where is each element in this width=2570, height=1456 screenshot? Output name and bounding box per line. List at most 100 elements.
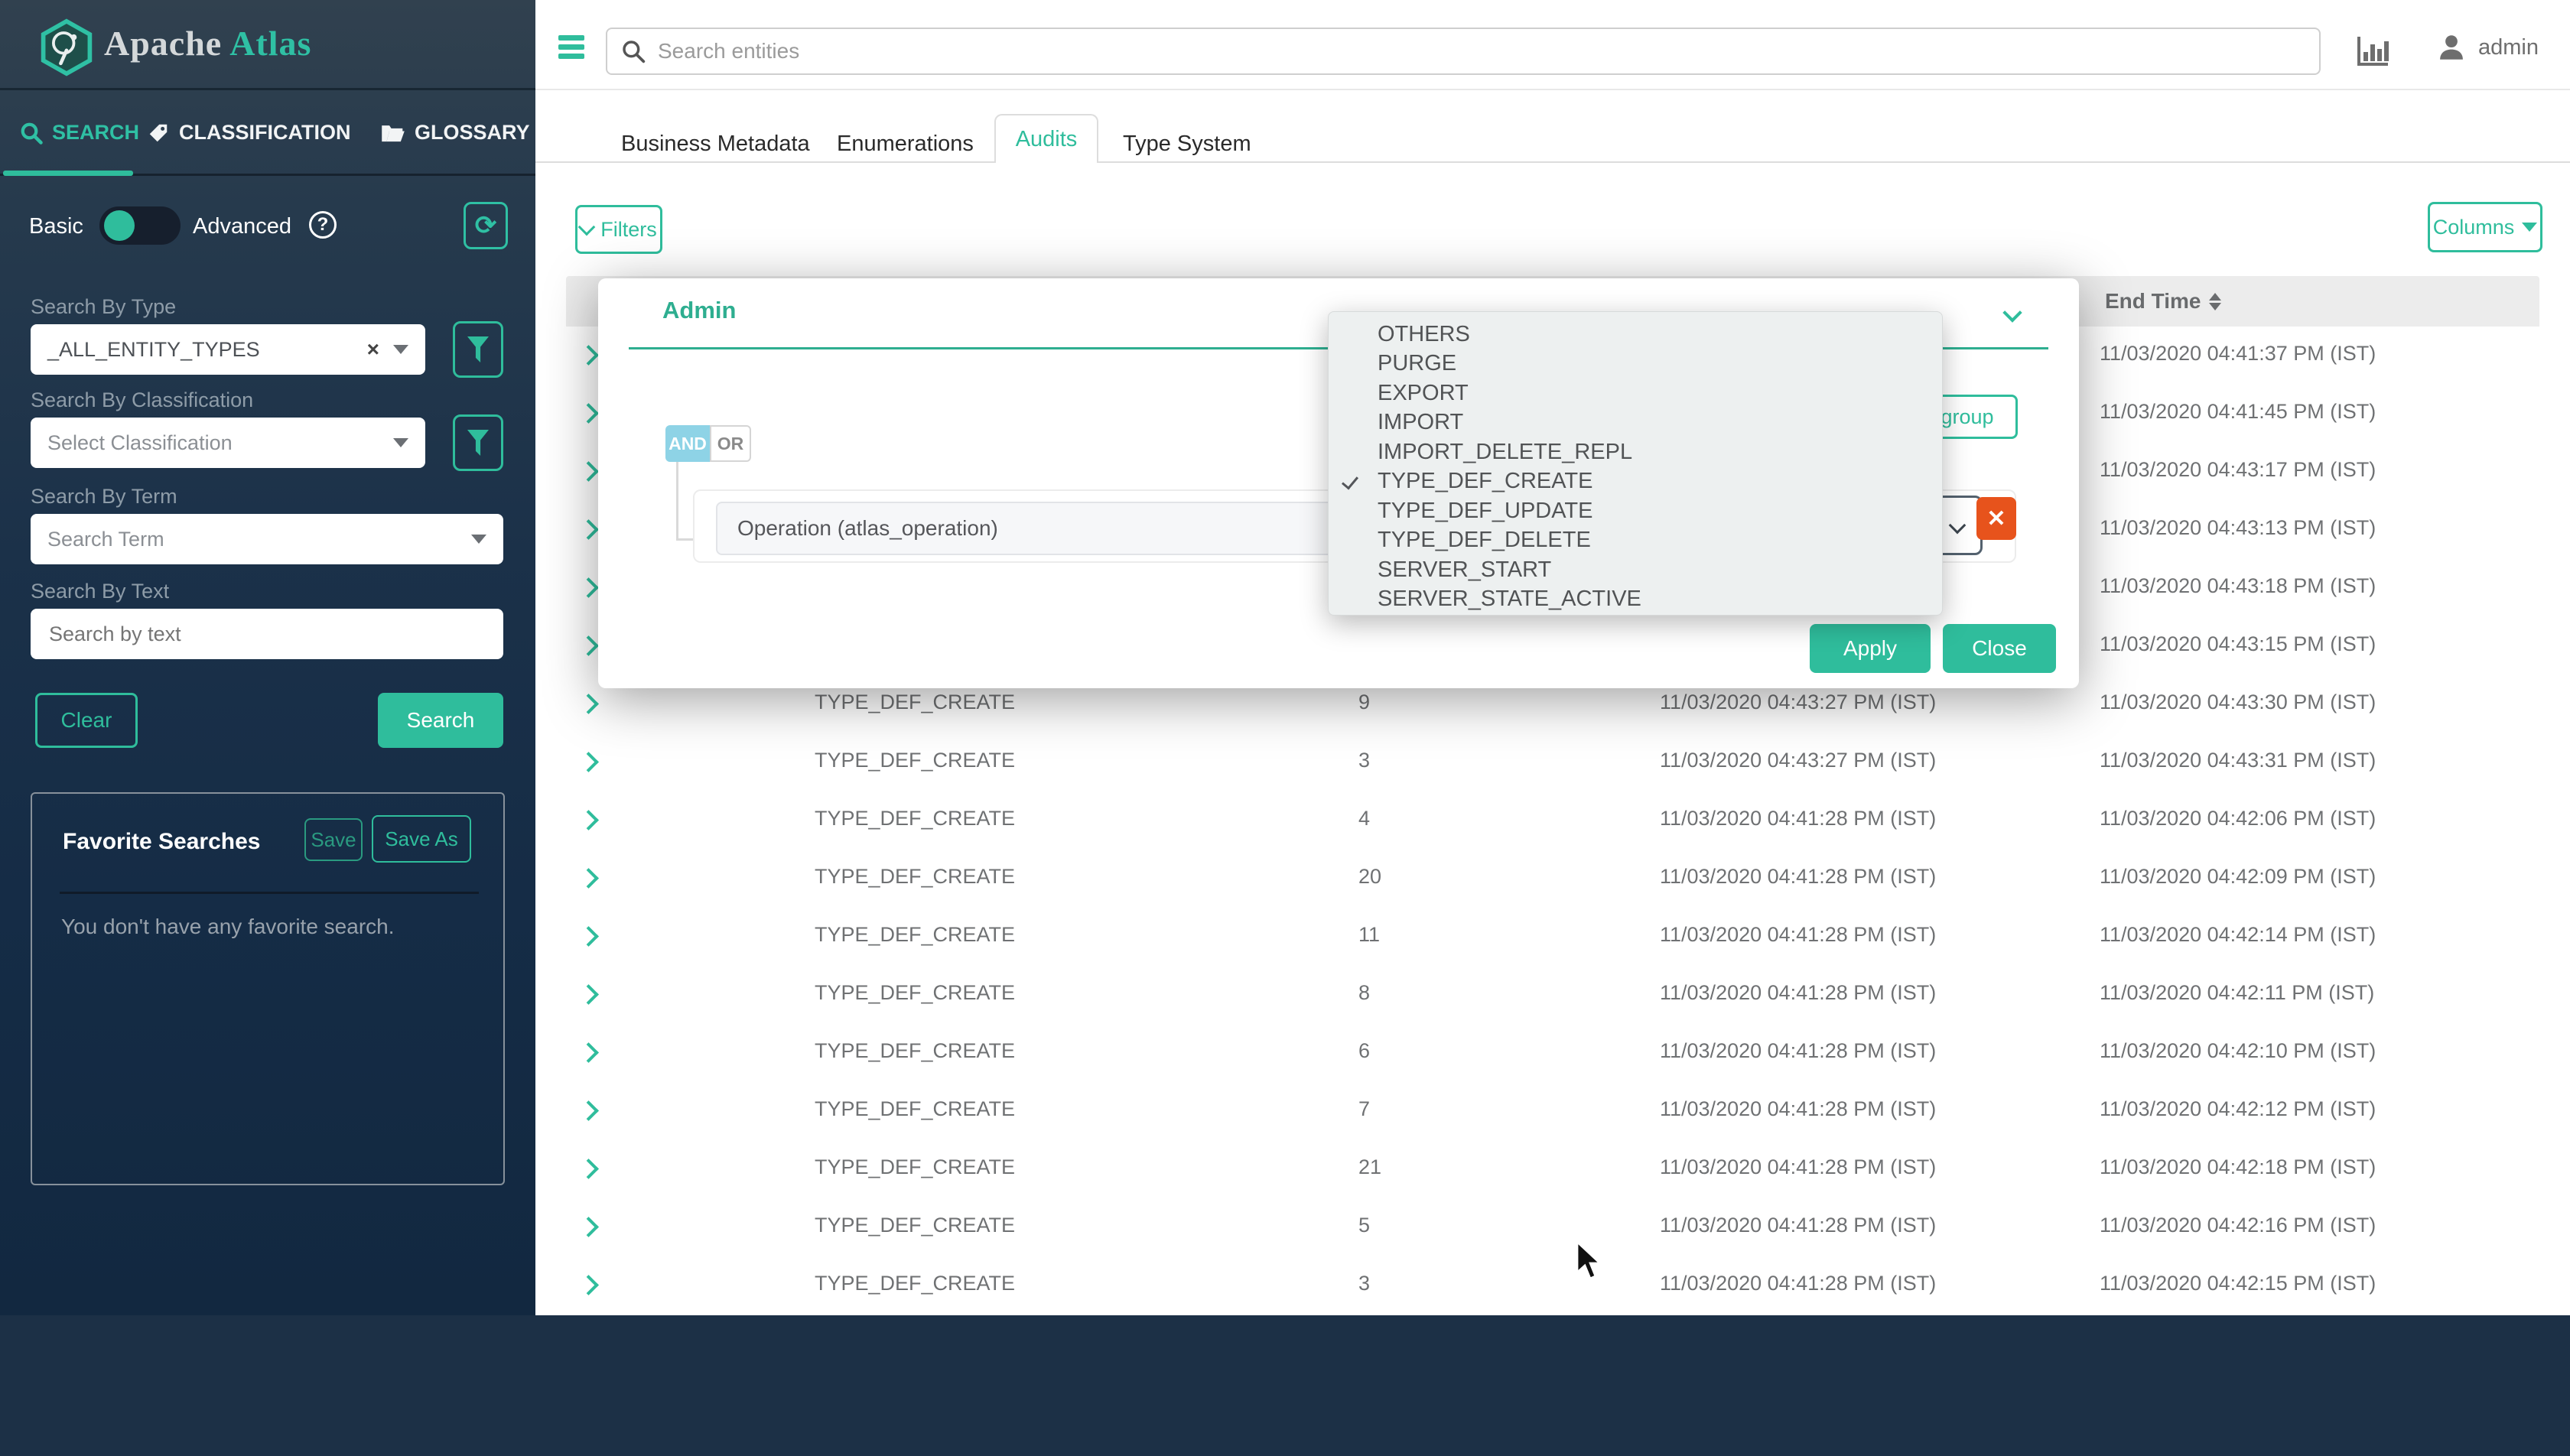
dropdown-option[interactable]: IMPORT <box>1329 408 1942 438</box>
table-row[interactable]: TYPE_DEF_CREATE 11 11/03/2020 04:41:28 PM … <box>566 908 2539 970</box>
table-row[interactable]: TYPE_DEF_CREATE 8 11/03/2020 04:41:28 PM (… <box>566 966 2539 1029</box>
columns-button[interactable]: Columns <box>2428 202 2542 252</box>
expand-row-icon[interactable] <box>578 1100 599 1121</box>
table-row[interactable]: TYPE_DEF_CREATE 3 11/03/2020 04:43:27 PM (… <box>566 733 2539 796</box>
operation-cell: TYPE_DEF_CREATE <box>815 1097 1016 1120</box>
sidebar-tab-classification[interactable]: CLASSIFICATION <box>147 121 351 145</box>
user-menu[interactable]: admin <box>2435 31 2539 64</box>
type-attribute-filter-button[interactable] <box>453 321 503 378</box>
option-label: EXPORT <box>1378 380 1469 405</box>
logic-and-button[interactable]: AND <box>665 425 710 462</box>
search-by-classification-select[interactable]: Select Classification <box>31 418 425 468</box>
brand-title[interactable]: Apache Atlas <box>104 23 311 63</box>
statistics-icon[interactable] <box>2354 32 2391 69</box>
expand-row-icon[interactable] <box>578 810 599 830</box>
remove-filter-button[interactable]: ✕ <box>1976 497 2016 540</box>
tab-business-metadata[interactable]: Business Metadata <box>621 132 810 157</box>
start-time-cell: 11/03/2020 04:41:28 PM (IST) <box>1660 865 1937 888</box>
columns-button-label: Columns <box>2432 215 2515 239</box>
sidebar-tab-glossary-label: GLOSSARY <box>415 121 530 144</box>
expand-row-icon[interactable] <box>578 984 599 1005</box>
table-row[interactable]: TYPE_DEF_CREATE 4 11/03/2020 04:41:28 PM (… <box>566 791 2539 854</box>
expand-row-icon[interactable] <box>578 1042 599 1063</box>
expand-row-icon[interactable] <box>578 926 599 947</box>
table-row[interactable]: TYPE_DEF_CREATE 3 11/03/2020 04:41:28 PM (… <box>566 1256 2539 1320</box>
dropdown-option[interactable]: SERVER_STATE_ACTIVE <box>1329 585 1942 615</box>
clear-type-icon[interactable]: × <box>367 337 379 362</box>
sidebar-tab-glossary[interactable]: GLOSSARY <box>381 121 530 145</box>
expand-row-icon[interactable] <box>578 1159 599 1179</box>
atlas-logo-icon[interactable] <box>40 18 93 76</box>
expand-row-icon[interactable] <box>578 403 599 424</box>
username-label: admin <box>2478 34 2539 60</box>
expand-row-icon[interactable] <box>578 461 599 482</box>
dropdown-option[interactable]: IMPORT_DELETE_REPL <box>1329 437 1942 467</box>
search-icon <box>21 122 43 145</box>
expand-row-icon[interactable] <box>578 694 599 714</box>
dropdown-option-selected[interactable]: TYPE_DEF_CREATE <box>1329 467 1942 497</box>
operation-cell: TYPE_DEF_CREATE <box>815 807 1016 830</box>
dropdown-option[interactable]: PURGE <box>1329 349 1942 379</box>
logic-or-button[interactable]: OR <box>710 425 751 462</box>
expand-row-icon[interactable] <box>578 345 599 366</box>
option-label: IMPORT <box>1378 410 1464 435</box>
count-cell: 4 <box>1358 807 1371 830</box>
mouse-cursor <box>1576 1240 1603 1280</box>
tab-enumerations[interactable]: Enumerations <box>837 132 974 157</box>
expand-row-icon[interactable] <box>578 635 599 656</box>
apply-button[interactable]: Apply <box>1810 624 1931 673</box>
collapse-chevron-icon[interactable] <box>2002 303 2022 323</box>
table-row[interactable]: TYPE_DEF_CREATE 6 11/03/2020 04:41:28 PM (… <box>566 1024 2539 1087</box>
start-time-cell: 11/03/2020 04:41:28 PM (IST) <box>1660 1272 1937 1295</box>
entity-search-input[interactable] <box>656 38 2305 64</box>
count-cell: 8 <box>1358 981 1371 1004</box>
table-row[interactable]: TYPE_DEF_CREATE 5 11/03/2020 04:41:28 PM (… <box>566 1198 2539 1261</box>
dropdown-option[interactable]: TYPE_DEF_DELETE <box>1329 526 1942 556</box>
sidebar-tab-search-label: SEARCH <box>52 121 140 144</box>
clear-button[interactable]: Clear <box>35 693 138 748</box>
expand-row-icon[interactable] <box>578 519 599 540</box>
tab-audits[interactable]: Audits <box>994 114 1098 163</box>
dropdown-option[interactable]: SERVER_START <box>1329 555 1942 585</box>
help-icon[interactable]: ? <box>309 211 337 239</box>
end-time-cell: 11/03/2020 04:42:18 PM (IST) <box>2100 1155 2376 1178</box>
end-time-cell: 11/03/2020 04:43:30 PM (IST) <box>2100 691 2376 713</box>
count-cell: 6 <box>1358 1039 1371 1062</box>
search-by-type-select[interactable]: _ALL_ENTITY_TYPES × <box>31 324 425 375</box>
entity-search-box <box>606 28 2321 75</box>
table-row[interactable]: TYPE_DEF_CREATE 21 11/03/2020 04:41:28 PM … <box>566 1140 2539 1203</box>
expand-row-icon[interactable] <box>578 1217 599 1237</box>
search-button[interactable]: Search <box>378 693 503 748</box>
end-time-cell: 11/03/2020 04:43:17 PM (IST) <box>2100 458 2376 481</box>
sidebar-tab-search[interactable]: SEARCH <box>20 121 139 145</box>
close-button[interactable]: Close <box>1943 624 2056 673</box>
rule-connector-line <box>676 462 678 540</box>
filters-button[interactable]: Filters <box>575 205 662 254</box>
filters-button-label: Filters <box>600 217 657 241</box>
dropdown-option[interactable]: EXPORT <box>1329 379 1942 408</box>
expand-row-icon[interactable] <box>578 752 599 772</box>
operation-cell: TYPE_DEF_CREATE <box>815 1155 1016 1178</box>
hamburger-menu-icon[interactable] <box>558 35 584 59</box>
refresh-button[interactable]: ⟳ <box>464 202 508 249</box>
dropdown-option[interactable]: TYPE_DEF_UPDATE <box>1329 496 1942 526</box>
save-as-button[interactable]: Save As <box>372 815 471 863</box>
end-time-header-label: End Time <box>2105 289 2201 313</box>
table-row[interactable]: TYPE_DEF_CREATE 20 11/03/2020 04:41:28 PM … <box>566 850 2539 912</box>
expand-row-icon[interactable] <box>578 1275 599 1295</box>
save-button[interactable]: Save <box>304 818 363 861</box>
expand-row-icon[interactable] <box>578 577 599 598</box>
dropdown-option[interactable]: OTHERS <box>1329 320 1942 349</box>
table-row[interactable]: TYPE_DEF_CREATE 7 11/03/2020 04:41:28 PM (… <box>566 1082 2539 1145</box>
expand-row-icon[interactable] <box>578 868 599 889</box>
toggle-knob[interactable] <box>104 210 135 241</box>
tab-type-system[interactable]: Type System <box>1123 132 1251 157</box>
option-label: SERVER_START <box>1378 557 1552 582</box>
option-label: TYPE_DEF_DELETE <box>1378 528 1591 553</box>
search-by-term-select[interactable]: Search Term <box>31 514 503 564</box>
search-by-text-input[interactable] <box>47 621 486 647</box>
end-time-cell: 11/03/2020 04:42:10 PM (IST) <box>2100 1039 2376 1062</box>
end-time-sort-header[interactable]: End Time <box>2105 276 2221 327</box>
brand-apache: Apache <box>104 24 223 63</box>
classification-attribute-filter-button[interactable] <box>453 414 503 471</box>
